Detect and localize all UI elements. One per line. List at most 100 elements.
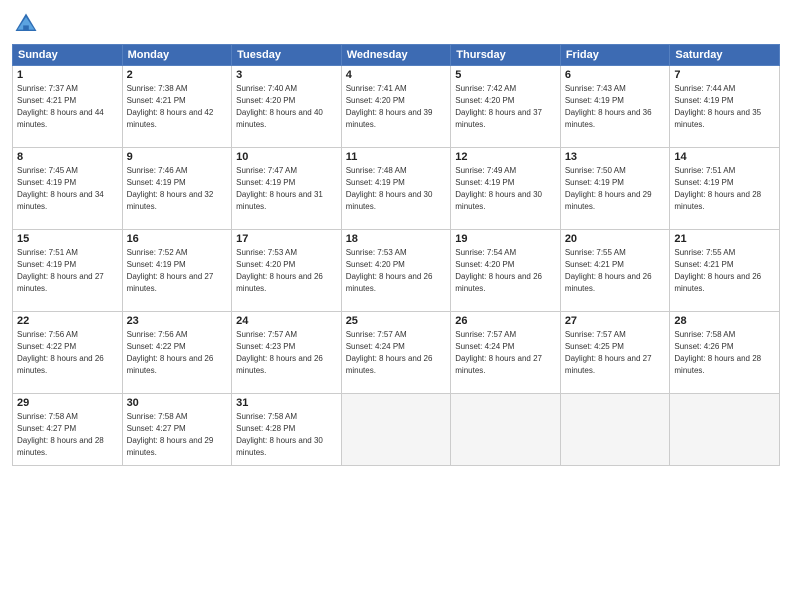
day-info: Sunrise: 7:54 AMSunset: 4:20 PMDaylight:… bbox=[455, 247, 556, 295]
day-info: Sunrise: 7:47 AMSunset: 4:19 PMDaylight:… bbox=[236, 165, 337, 213]
day-number: 31 bbox=[236, 397, 337, 409]
calendar-body: 1 Sunrise: 7:37 AMSunset: 4:21 PMDaylight… bbox=[13, 66, 780, 466]
calendar-cell: 5 Sunrise: 7:42 AMSunset: 4:20 PMDaylight… bbox=[451, 66, 561, 148]
day-number: 28 bbox=[674, 315, 775, 327]
logo-icon bbox=[12, 10, 40, 38]
day-number: 7 bbox=[674, 69, 775, 81]
logo bbox=[12, 10, 44, 38]
day-number: 15 bbox=[17, 233, 118, 245]
calendar-cell: 7Sunrise: 7:44 AMSunset: 4:19 PMDaylight… bbox=[670, 66, 780, 148]
calendar-cell: 13Sunrise: 7:50 AMSunset: 4:19 PMDayligh… bbox=[560, 148, 670, 230]
day-info: Sunrise: 7:52 AMSunset: 4:19 PMDaylight:… bbox=[127, 247, 228, 295]
day-number: 17 bbox=[236, 233, 337, 245]
day-number: 4 bbox=[346, 69, 447, 81]
weekday-header-sunday: Sunday bbox=[13, 45, 123, 66]
day-number: 9 bbox=[127, 151, 228, 163]
day-number: 25 bbox=[346, 315, 447, 327]
day-info: Sunrise: 7:43 AMSunset: 4:19 PMDaylight:… bbox=[565, 83, 666, 131]
day-info: Sunrise: 7:42 AMSunset: 4:20 PMDaylight:… bbox=[455, 83, 556, 131]
day-number: 16 bbox=[127, 233, 228, 245]
calendar-cell: 16 Sunrise: 7:52 AMSunset: 4:19 PMDayligh… bbox=[122, 230, 232, 312]
day-number: 11 bbox=[346, 151, 447, 163]
weekday-header-friday: Friday bbox=[560, 45, 670, 66]
day-number: 24 bbox=[236, 315, 337, 327]
day-number: 2 bbox=[127, 69, 228, 81]
day-info: Sunrise: 7:37 AMSunset: 4:21 PMDaylight:… bbox=[17, 83, 118, 131]
calendar-week-3: 15 Sunrise: 7:51 AMSunset: 4:19 PMDayligh… bbox=[13, 230, 780, 312]
calendar-cell: 27 Sunrise: 7:57 AMSunset: 4:25 PMDayligh… bbox=[560, 312, 670, 394]
calendar-cell: 30Sunrise: 7:58 AMSunset: 4:27 PMDayligh… bbox=[122, 394, 232, 466]
day-info: Sunrise: 7:58 AMSunset: 4:27 PMDaylight:… bbox=[17, 411, 118, 459]
calendar-cell bbox=[560, 394, 670, 466]
calendar-table: SundayMondayTuesdayWednesdayThursdayFrid… bbox=[12, 44, 780, 466]
day-number: 1 bbox=[17, 69, 118, 81]
calendar-cell: 25 Sunrise: 7:57 AMSunset: 4:24 PMDayligh… bbox=[341, 312, 451, 394]
calendar-cell bbox=[670, 394, 780, 466]
day-info: Sunrise: 7:57 AMSunset: 4:25 PMDaylight:… bbox=[565, 329, 666, 377]
day-info: Sunrise: 7:57 AMSunset: 4:24 PMDaylight:… bbox=[455, 329, 556, 377]
calendar-cell: 4 Sunrise: 7:41 AMSunset: 4:20 PMDaylight… bbox=[341, 66, 451, 148]
day-number: 6 bbox=[565, 69, 666, 81]
day-number: 10 bbox=[236, 151, 337, 163]
day-number: 5 bbox=[455, 69, 556, 81]
day-info: Sunrise: 7:56 AMSunset: 4:22 PMDaylight:… bbox=[17, 329, 118, 377]
day-info: Sunrise: 7:53 AMSunset: 4:20 PMDaylight:… bbox=[236, 247, 337, 295]
weekday-header-wednesday: Wednesday bbox=[341, 45, 451, 66]
calendar-cell: 22 Sunrise: 7:56 AMSunset: 4:22 PMDayligh… bbox=[13, 312, 123, 394]
weekday-header-saturday: Saturday bbox=[670, 45, 780, 66]
day-info: Sunrise: 7:55 AMSunset: 4:21 PMDaylight:… bbox=[565, 247, 666, 295]
day-number: 27 bbox=[565, 315, 666, 327]
calendar-cell: 28 Sunrise: 7:58 AMSunset: 4:26 PMDayligh… bbox=[670, 312, 780, 394]
day-number: 3 bbox=[236, 69, 337, 81]
calendar-week-4: 22 Sunrise: 7:56 AMSunset: 4:22 PMDayligh… bbox=[13, 312, 780, 394]
calendar-cell: 9 Sunrise: 7:46 AMSunset: 4:19 PMDaylight… bbox=[122, 148, 232, 230]
calendar-cell: 31 Sunrise: 7:58 AMSunset: 4:28 PMDayligh… bbox=[232, 394, 342, 466]
calendar-cell: 15 Sunrise: 7:51 AMSunset: 4:19 PMDayligh… bbox=[13, 230, 123, 312]
day-number: 19 bbox=[455, 233, 556, 245]
day-info: Sunrise: 7:56 AMSunset: 4:22 PMDaylight:… bbox=[127, 329, 228, 377]
day-number: 30 bbox=[127, 397, 228, 409]
day-number: 18 bbox=[346, 233, 447, 245]
calendar-cell: 14 Sunrise: 7:51 AMSunset: 4:19 PMDayligh… bbox=[670, 148, 780, 230]
day-info: Sunrise: 7:49 AMSunset: 4:19 PMDaylight:… bbox=[455, 165, 556, 213]
day-number: 26 bbox=[455, 315, 556, 327]
calendar-cell: 11Sunrise: 7:48 AMSunset: 4:19 PMDayligh… bbox=[341, 148, 451, 230]
day-info: Sunrise: 7:57 AMSunset: 4:24 PMDaylight:… bbox=[346, 329, 447, 377]
calendar-cell bbox=[451, 394, 561, 466]
calendar-cell: 26 Sunrise: 7:57 AMSunset: 4:24 PMDayligh… bbox=[451, 312, 561, 394]
day-number: 29 bbox=[17, 397, 118, 409]
calendar-cell: 19 Sunrise: 7:54 AMSunset: 4:20 PMDayligh… bbox=[451, 230, 561, 312]
calendar-cell: 23 Sunrise: 7:56 AMSunset: 4:22 PMDayligh… bbox=[122, 312, 232, 394]
day-info: Sunrise: 7:41 AMSunset: 4:20 PMDaylight:… bbox=[346, 83, 447, 131]
day-number: 20 bbox=[565, 233, 666, 245]
day-info: Sunrise: 7:51 AMSunset: 4:19 PMDaylight:… bbox=[17, 247, 118, 295]
calendar-week-5: 29 Sunrise: 7:58 AMSunset: 4:27 PMDayligh… bbox=[13, 394, 780, 466]
day-number: 13 bbox=[565, 151, 666, 163]
calendar-cell: 6 Sunrise: 7:43 AMSunset: 4:19 PMDaylight… bbox=[560, 66, 670, 148]
day-info: Sunrise: 7:46 AMSunset: 4:19 PMDaylight:… bbox=[127, 165, 228, 213]
calendar-week-2: 8Sunrise: 7:45 AMSunset: 4:19 PMDaylight… bbox=[13, 148, 780, 230]
day-info: Sunrise: 7:51 AMSunset: 4:19 PMDaylight:… bbox=[674, 165, 775, 213]
calendar-cell: 1 Sunrise: 7:37 AMSunset: 4:21 PMDaylight… bbox=[13, 66, 123, 148]
calendar-cell: 12Sunrise: 7:49 AMSunset: 4:19 PMDayligh… bbox=[451, 148, 561, 230]
day-number: 14 bbox=[674, 151, 775, 163]
calendar-cell: 21 Sunrise: 7:55 AMSunset: 4:21 PMDayligh… bbox=[670, 230, 780, 312]
calendar-cell bbox=[341, 394, 451, 466]
weekday-header-tuesday: Tuesday bbox=[232, 45, 342, 66]
day-info: Sunrise: 7:55 AMSunset: 4:21 PMDaylight:… bbox=[674, 247, 775, 295]
day-info: Sunrise: 7:58 AMSunset: 4:26 PMDaylight:… bbox=[674, 329, 775, 377]
calendar-cell: 8Sunrise: 7:45 AMSunset: 4:19 PMDaylight… bbox=[13, 148, 123, 230]
calendar-cell: 20 Sunrise: 7:55 AMSunset: 4:21 PMDayligh… bbox=[560, 230, 670, 312]
day-number: 8 bbox=[17, 151, 118, 163]
day-info: Sunrise: 7:40 AMSunset: 4:20 PMDaylight:… bbox=[236, 83, 337, 131]
calendar-cell: 29 Sunrise: 7:58 AMSunset: 4:27 PMDayligh… bbox=[13, 394, 123, 466]
day-number: 22 bbox=[17, 315, 118, 327]
day-info: Sunrise: 7:38 AMSunset: 4:21 PMDaylight:… bbox=[127, 83, 228, 131]
weekday-header-monday: Monday bbox=[122, 45, 232, 66]
day-info: Sunrise: 7:58 AMSunset: 4:28 PMDaylight:… bbox=[236, 411, 337, 459]
calendar-cell: 2 Sunrise: 7:38 AMSunset: 4:21 PMDaylight… bbox=[122, 66, 232, 148]
header bbox=[12, 10, 780, 38]
day-number: 23 bbox=[127, 315, 228, 327]
calendar-cell: 24Sunrise: 7:57 AMSunset: 4:23 PMDayligh… bbox=[232, 312, 342, 394]
day-number: 21 bbox=[674, 233, 775, 245]
